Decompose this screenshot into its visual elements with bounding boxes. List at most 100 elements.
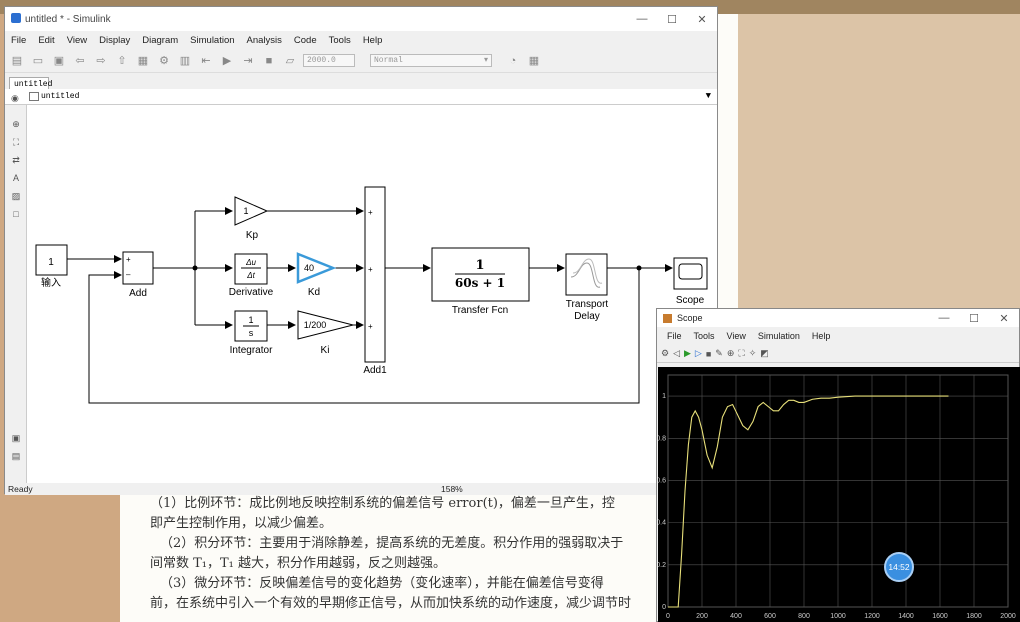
camera-icon[interactable]: ▣ [10,433,22,444]
x-tick-label: 400 [730,613,742,620]
simulink-titlebar: untitled * - Simulink — ☐ ✕ [5,7,717,31]
minimize-icon[interactable]: — [627,13,657,25]
settings-icon[interactable]: ⚙ [156,54,172,68]
block-diagram: 1 输入 + – Add 1 Kp Δu Δt Derivative 40 Kd… [35,186,708,404]
scope-highlight-icon[interactable]: ✎ [715,348,723,359]
fit-view-icon[interactable]: ⛶ [10,137,22,148]
scope-menu-bar: File Tools View Simulation Help [657,327,1019,345]
record-icon[interactable]: ▱ [282,54,298,68]
menu-display[interactable]: Display [93,35,136,46]
run-icon[interactable]: ▶ [219,54,235,68]
integrator-num: 1 [248,315,253,325]
library-browser-icon[interactable]: ▦ [135,54,151,68]
add1-label: Add1 [363,365,387,376]
area-icon[interactable]: □ [10,209,22,220]
scope-measure-icon[interactable]: ◩ [760,348,769,359]
scope-plot-area[interactable]: 0 200 400 600 800 1000 1200 1400 1600 1800 2000 0 0.… [656,367,1020,622]
recording-timer-badge[interactable]: 14:52 [884,552,914,582]
menu-edit[interactable]: Edit [32,35,60,46]
scope-window: Scope — ☐ ✕ File Tools View Simulation H… [656,308,1020,622]
scope-toolbar: ⚙ ◁ ▶ ▷ ■ ✎ ⊕ ⛶ ✧ ◩ [657,345,1019,363]
kp-gain-block[interactable] [234,196,269,226]
add1-sign-2: + [368,265,373,274]
kd-label: Kd [308,287,320,298]
doc-line: 前，在系统中引入一个有效的早期修正信号，从而加快系统的动作速度，减少调节时 [150,596,632,611]
save-icon[interactable]: ▣ [51,54,67,68]
arrow-icon[interactable]: ⇄ [10,155,22,166]
scope-run-icon[interactable]: ▶ [684,348,691,359]
scope-settings-icon[interactable]: ⚙ [661,348,669,359]
kp-value: 1 [243,206,248,216]
scope-cursor-icon[interactable]: ✧ [749,348,757,359]
scope-step-back-icon[interactable]: ◁ [673,348,680,359]
scope-close-icon[interactable]: ✕ [989,312,1019,325]
scope-stop-icon[interactable]: ■ [706,349,711,359]
back-icon[interactable]: ⇦ [72,54,88,68]
delay-label-line2: Delay [574,311,600,322]
menu-diagram[interactable]: Diagram [136,35,184,46]
simulink-window: untitled * - Simulink — ☐ ✕ File Edit Vi… [4,6,718,495]
menu-analysis[interactable]: Analysis [241,35,288,46]
doc-line: 间常数 T₁，T₁ 越大，积分作用越弱，反之则越强。 [150,556,447,571]
branch-point [192,265,198,271]
image-icon[interactable]: ▨ [10,191,22,202]
scope-maximize-icon[interactable]: ☐ [959,312,989,325]
derivative-label: Derivative [229,287,274,298]
sim-mode-select[interactable]: Normal ▾ [370,54,492,67]
build-icon[interactable]: ▦ [526,54,542,68]
window-title: untitled * - Simulink [25,13,111,25]
constant-value: 1 [48,257,54,268]
zoom-icon[interactable]: ⊕ [10,119,22,130]
scope-minimize-icon[interactable]: — [929,312,959,324]
menu-help[interactable]: Help [357,35,389,46]
branch-point [636,265,642,271]
scope-menu-simulation[interactable]: Simulation [752,331,806,341]
doc-line: （2）积分环节：主要用于消除静差，提高系统的无差度。积分作用的强弱取决于 [160,536,624,551]
delay-label-line1: Transport [566,299,609,310]
model-explorer-icon[interactable]: ▥ [177,54,193,68]
ki-value: 1/200 [304,320,327,330]
open-icon[interactable]: ▭ [30,54,46,68]
scope-screen-icon [678,263,703,280]
menu-file[interactable]: File [5,35,32,46]
step-forward-icon[interactable]: ⇥ [240,54,256,68]
model-browser-icon[interactable]: ▤ [10,451,22,462]
add-sign-plus: + [126,255,131,264]
close-icon[interactable]: ✕ [687,13,717,26]
stop-time-input[interactable]: 2000.0 [303,54,355,67]
scope-label: Scope [676,295,705,306]
menu-view[interactable]: View [61,35,93,46]
scope-zoom-icon[interactable]: ⊕ [727,348,735,359]
new-model-icon[interactable]: ▤ [9,54,25,68]
scope-step-forward-icon[interactable]: ▷ [695,348,702,359]
tf-denominator: 60s + 1 [455,276,505,290]
step-back-icon[interactable]: ⇤ [198,54,214,68]
forward-icon[interactable]: ⇨ [93,54,109,68]
breadcrumb-dropdown-icon[interactable]: ▼ [706,89,711,104]
menu-code[interactable]: Code [288,35,323,46]
up-icon[interactable]: ⇧ [114,54,130,68]
scope-menu-view[interactable]: View [721,331,752,341]
menu-bar: File Edit View Display Diagram Simulatio… [5,31,717,49]
x-tick-label: 1600 [932,613,948,620]
maximize-icon[interactable]: ☐ [657,13,687,26]
add1-sign-3: + [368,322,373,331]
model-advisor-icon[interactable]: ◔ [505,54,521,68]
scope-chart: 0 200 400 600 800 1000 1200 1400 1600 1800 2000 0 0.… [656,374,1016,620]
x-tick-label: 600 [764,613,776,620]
menu-tools[interactable]: Tools [323,35,357,46]
annotation-icon[interactable]: A [10,173,22,184]
x-tick-label: 1200 [864,613,880,620]
menu-simulation[interactable]: Simulation [184,35,240,46]
scope-menu-tools[interactable]: Tools [688,331,721,341]
scope-menu-help[interactable]: Help [806,331,837,341]
scope-autoscale-icon[interactable]: ⛶ [738,348,744,359]
breadcrumb[interactable]: untitled [41,89,79,104]
scope-app-icon [663,313,672,323]
stop-icon[interactable]: ■ [261,54,277,68]
scope-menu-file[interactable]: File [661,331,688,341]
model-canvas[interactable]: 1 输入 + – Add 1 Kp Δu Δt Derivative 40 Kd… [27,105,717,483]
status-bar: Ready 158% [5,483,717,495]
document-margin [738,14,1020,314]
address-bar: ◉ untitled ▼ [5,89,717,105]
